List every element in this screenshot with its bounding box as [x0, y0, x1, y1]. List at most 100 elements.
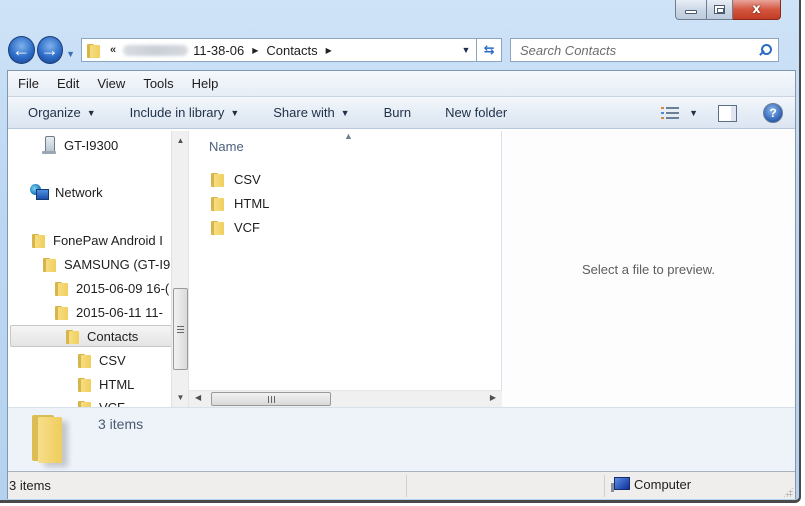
forward-button[interactable]: → [36, 36, 64, 64]
grip-icon [177, 325, 184, 333]
tree-item-network[interactable]: Network [30, 182, 103, 202]
breadcrumb-item[interactable]: 11-38-06 [193, 43, 244, 58]
preview-pane: Select a file to preview. [502, 131, 795, 407]
include-in-library-label: Include in library [129, 105, 225, 120]
column-header-name[interactable]: Name [209, 139, 244, 154]
file-list-item[interactable]: HTML [211, 193, 269, 213]
phone-icon [42, 136, 56, 154]
menu-view[interactable]: View [97, 76, 125, 91]
address-dropdown-button[interactable]: ▼ [461, 45, 470, 55]
tree-item-label: CSV [99, 352, 126, 368]
file-list-horizontal-scrollbar[interactable]: ◀ ▶ [189, 390, 502, 407]
explorer-window: x ← → ▼ « 11-38-06 ▶ Contacts ▶ ▼ ⇆ Sear… [0, 0, 801, 503]
tree-item-label: FonePaw Android I [53, 232, 163, 248]
folder-icon [66, 329, 80, 344]
preview-message: Select a file to preview. [582, 262, 715, 277]
help-button[interactable]: ? [763, 103, 783, 123]
include-in-library-button[interactable]: Include in library ▼ [130, 105, 240, 120]
tree-item-folder[interactable]: SAMSUNG (GT-I9 [43, 254, 170, 274]
scroll-down-button[interactable]: ▼ [172, 393, 188, 402]
file-list-item[interactable]: CSV [211, 169, 261, 189]
chevron-down-icon: ▼ [230, 107, 240, 118]
preview-pane-toggle-button[interactable] [718, 104, 737, 122]
address-bar[interactable]: « 11-38-06 ▶ Contacts ▶ ▼ [80, 38, 478, 62]
status-bar: 3 items Computer [8, 471, 795, 499]
tree-item-folder[interactable]: HTML [78, 374, 134, 394]
scrollbar-thumb[interactable] [173, 288, 188, 370]
burn-label: Burn [383, 105, 412, 120]
navigation-pane: GT-I9300 Network FonePaw Android I SAMSU… [8, 131, 189, 407]
share-with-button[interactable]: Share with ▼ [273, 105, 349, 120]
scroll-left-button[interactable]: ◀ [195, 393, 201, 402]
new-folder-label: New folder [445, 105, 508, 120]
refresh-button[interactable]: ⇆ [477, 38, 502, 62]
view-options-dropdown[interactable]: ▼ [689, 108, 698, 118]
file-list-item[interactable]: VCF [211, 217, 260, 237]
tree-item-label: HTML [99, 376, 135, 392]
breadcrumb-separator-button[interactable]: ▶ [326, 46, 332, 55]
tree-item-label: VCF [99, 399, 125, 408]
breadcrumb-item[interactable]: Contacts [266, 43, 317, 58]
search-box[interactable] [510, 38, 779, 62]
help-icon: ? [769, 106, 777, 120]
file-name: HTML [234, 195, 270, 211]
organize-button[interactable]: Organize ▼ [28, 105, 96, 120]
file-list-pane: ▲ Name CSV HTML VCF ◀ ▶ [189, 131, 502, 407]
back-arrow-icon: ← [12, 40, 31, 60]
menu-bar: File Edit View Tools Help [8, 71, 795, 97]
close-button[interactable]: x [733, 0, 781, 20]
breadcrumb-separator-button[interactable]: ▶ [252, 46, 258, 55]
tree-item-folder[interactable]: 2015-06-09 16-( [55, 278, 169, 298]
maximize-button[interactable] [707, 0, 733, 20]
navigation-bar: ← → ▼ « 11-38-06 ▶ Contacts ▶ ▼ ⇆ [8, 35, 779, 65]
scroll-up-button[interactable]: ▲ [172, 136, 188, 145]
folder-icon [211, 196, 225, 211]
forward-arrow-icon: → [40, 40, 59, 60]
menu-edit[interactable]: Edit [57, 76, 79, 91]
chevron-down-icon: ▼ [86, 107, 96, 118]
tree-item-folder[interactable]: FonePaw Android I [32, 230, 163, 250]
change-view-button[interactable] [661, 106, 680, 120]
burn-button[interactable]: Burn [384, 105, 411, 120]
organize-label: Organize [28, 105, 81, 120]
minimize-button[interactable] [675, 0, 707, 20]
status-divider [406, 475, 407, 497]
search-input[interactable] [520, 42, 760, 58]
refresh-icon: ⇆ [483, 42, 495, 57]
content-area: GT-I9300 Network FonePaw Android I SAMSU… [8, 131, 795, 407]
tree-item-folder[interactable]: CSV [78, 350, 126, 370]
menu-file[interactable]: File [18, 76, 39, 91]
resize-grip[interactable] [783, 487, 793, 497]
navigation-pane-scrollbar[interactable]: ▲ ▼ [171, 131, 188, 407]
status-zone: Computer [611, 477, 691, 492]
recent-pages-button[interactable]: ▼ [66, 49, 75, 59]
toolbar-right-controls: ▼ ? [661, 103, 783, 123]
chevron-down-icon: ▼ [340, 107, 350, 118]
details-item-count: 3 items [98, 416, 144, 432]
search-icon[interactable] [760, 43, 772, 57]
new-folder-button[interactable]: New folder [445, 105, 507, 120]
file-name: VCF [234, 219, 260, 235]
tree-item-folder[interactable]: VCF [78, 397, 125, 407]
tree-item-label: 2015-06-09 16-( [76, 280, 170, 296]
folder-icon [211, 172, 225, 187]
tree-item-folder-selected[interactable]: Contacts [10, 325, 172, 347]
status-item-count: 3 items [9, 478, 51, 493]
folder-icon [55, 305, 69, 320]
maximize-icon [714, 5, 725, 14]
breadcrumb-overflow-button[interactable]: « [110, 44, 116, 56]
scroll-right-button[interactable]: ▶ [490, 393, 496, 402]
tree-item-label: 2015-06-11 11- [76, 304, 163, 320]
menu-help[interactable]: Help [192, 76, 219, 91]
folder-icon [55, 281, 69, 296]
tree-item-folder[interactable]: 2015-06-11 11- [55, 302, 163, 322]
caption-buttons: x [675, 0, 781, 20]
menu-tools[interactable]: Tools [143, 76, 173, 91]
sort-ascending-icon: ▲ [344, 131, 353, 141]
back-button[interactable]: ← [8, 36, 35, 64]
scrollbar-thumb[interactable] [211, 392, 331, 406]
folder-icon [78, 353, 92, 368]
network-icon [30, 184, 49, 200]
tree-item-device[interactable]: GT-I9300 [42, 135, 118, 155]
tree-item-label: Network [55, 184, 103, 200]
